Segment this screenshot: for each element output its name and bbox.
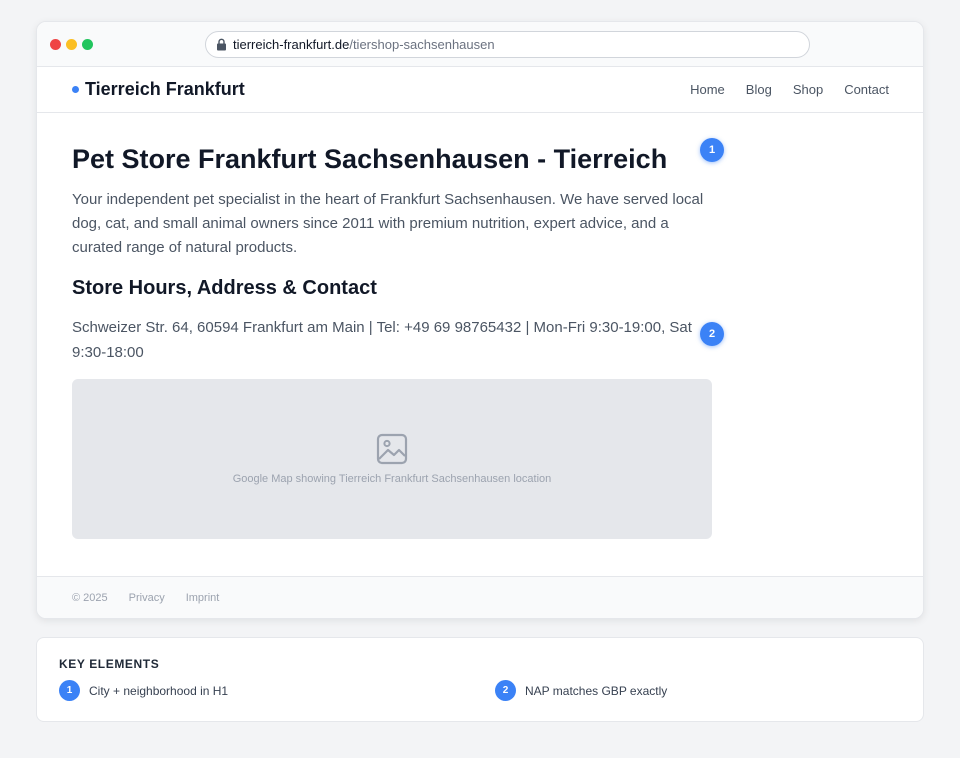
map-placeholder[interactable]: Google Map showing Tierreich Frankfurt S… [72,379,712,539]
key-elements-list: 1 City + neighborhood in H1 2 NAP matche… [59,680,901,702]
annotation-marker-1: 1 [700,138,724,162]
key-element-item: 1 City + neighborhood in H1 [59,680,228,701]
map-caption: Google Map showing Tierreich Frankfurt S… [232,473,552,485]
site-footer: © 2025 Privacy Imprint [37,576,923,618]
key-element-number: 1 [59,680,80,701]
site-brand[interactable]: Tierreich Frankfurt [72,79,245,100]
close-window-dot[interactable] [50,39,61,50]
brand-name: Tierreich Frankfurt [85,79,245,99]
minimize-window-dot[interactable] [66,39,77,50]
key-element-item: 2 NAP matches GBP exactly [495,680,667,701]
footer-copyright: © 2025 [72,591,108,604]
nav-home[interactable]: Home [690,82,725,97]
brand-dot [72,86,79,93]
url-path: /tiershop-sachsenhausen [349,37,495,52]
url-domain: tierreich-frankfurt.de [233,37,350,52]
page-title: Pet Store Frankfurt Sachsenhausen - Tier… [72,144,668,174]
address-bar[interactable]: tierreich-frankfurt.de/tiershop-sachsenh… [205,31,810,58]
key-elements-title: KEY ELEMENTS [59,657,160,671]
section-heading: Store Hours, Address & Contact [72,277,377,299]
nav-contact[interactable]: Contact [844,82,889,97]
key-elements-panel: KEY ELEMENTS 1 City + neighborhood in H1… [36,637,924,722]
key-element-number: 2 [495,680,516,701]
footer-imprint-link[interactable]: Imprint [186,592,220,604]
intro-paragraph: Your independent pet specialist in the h… [72,191,704,256]
browser-chrome: tierreich-frankfurt.de/tiershop-sachsenh… [37,22,923,67]
annotation-marker-2: 2 [700,322,724,346]
page-content: Pet Store Frankfurt Sachsenhausen - Tier… [37,113,923,577]
image-icon [376,433,408,465]
nav-blog[interactable]: Blog [746,82,772,97]
nap-text: Schweizer Str. 64, 60594 Frankfurt am Ma… [72,319,692,361]
site-nav: Home Blog Shop Contact [690,82,889,97]
browser-window: tierreich-frankfurt.de/tiershop-sachsenh… [36,21,924,619]
maximize-window-dot[interactable] [82,39,93,50]
nav-shop[interactable]: Shop [793,82,823,97]
lock-icon [217,38,226,51]
key-element-text: NAP matches GBP exactly [525,683,668,698]
site-header: Tierreich Frankfurt Home Blog Shop Conta… [37,67,923,113]
footer-privacy-link[interactable]: Privacy [129,592,165,604]
key-element-text: City + neighborhood in H1 [89,683,229,698]
